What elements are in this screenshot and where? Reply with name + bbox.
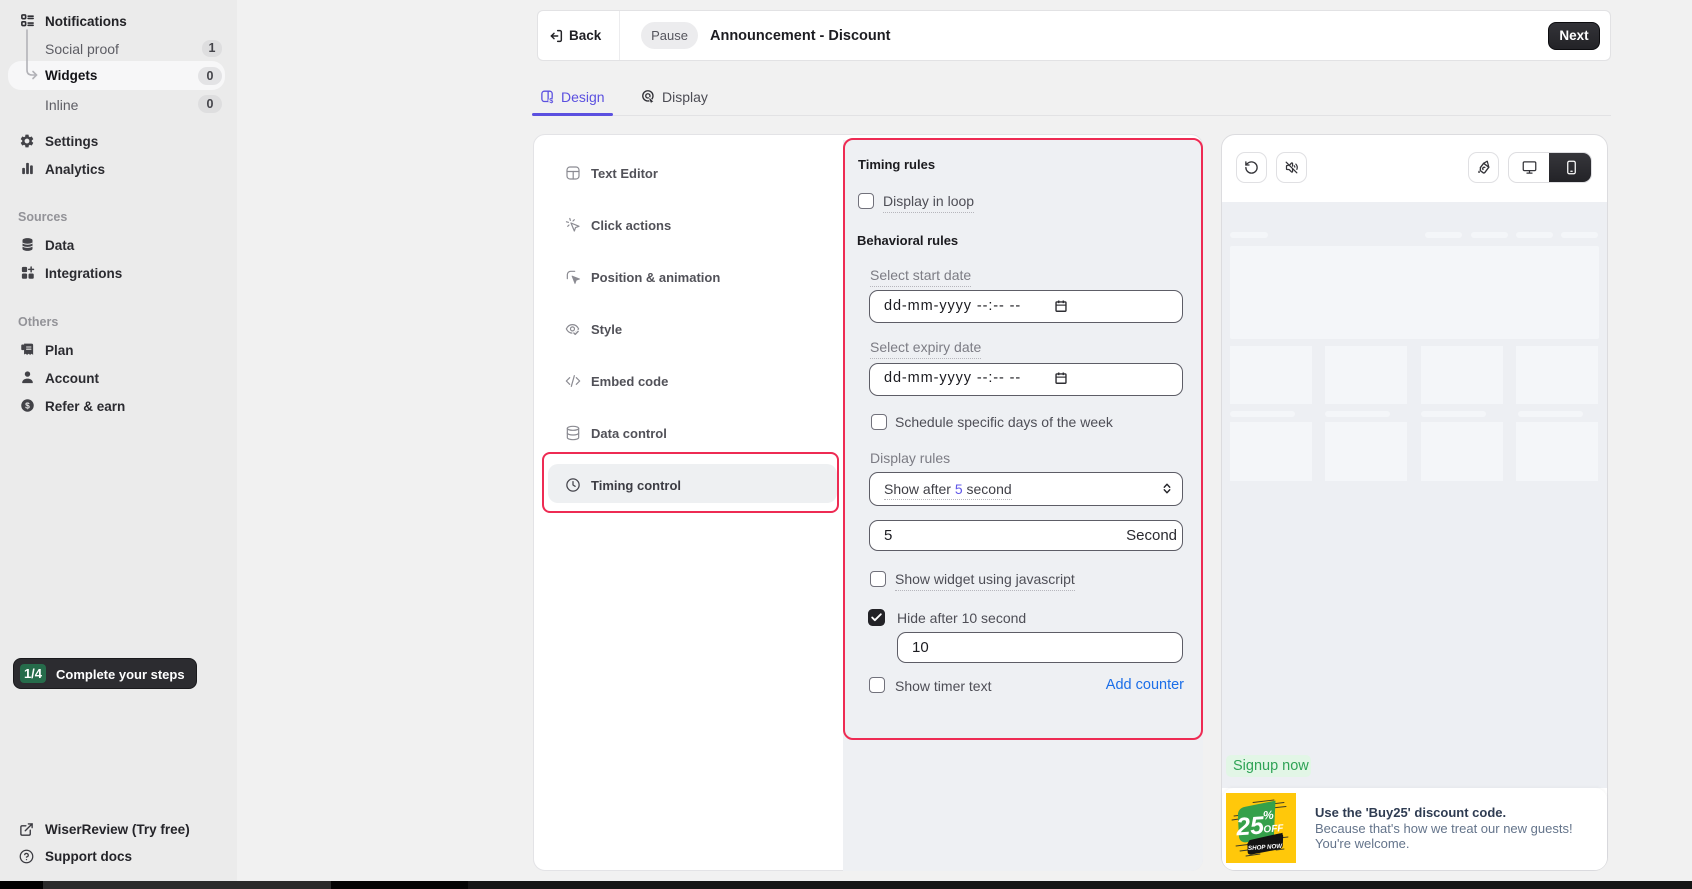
svg-text:OFF: OFF (1263, 823, 1285, 835)
svg-text:%: % (1263, 808, 1275, 823)
svg-text:$: $ (25, 401, 30, 411)
svg-text:25: 25 (1234, 811, 1266, 841)
svg-text:$: $ (549, 97, 553, 104)
